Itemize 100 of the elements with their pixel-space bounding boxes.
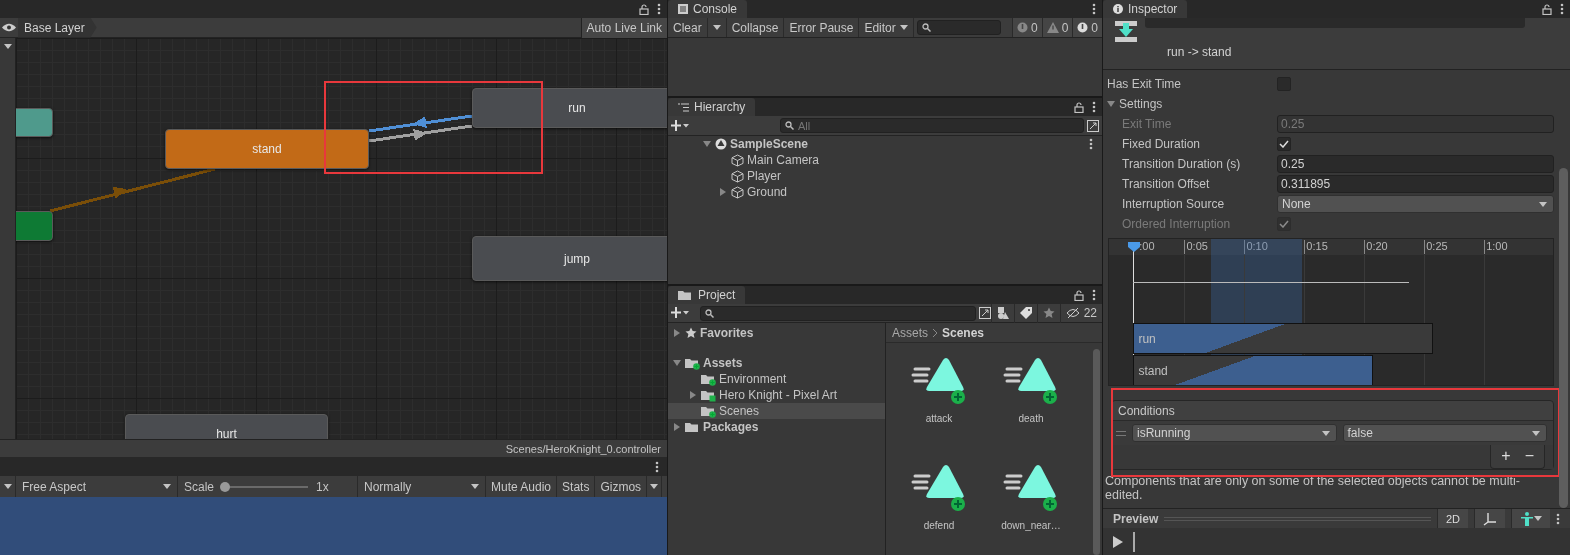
console-tab[interactable]: Console <box>668 0 748 18</box>
add-icon[interactable] <box>671 119 689 132</box>
number-field[interactable]: 0.311895 <box>1277 175 1554 193</box>
cube-icon <box>731 169 744 183</box>
add-icon[interactable] <box>671 307 689 319</box>
tree-item[interactable]: Environment <box>719 372 787 386</box>
menu-icon[interactable] <box>1560 3 1564 15</box>
eye-icon[interactable] <box>2 23 16 32</box>
transition-timeline[interactable]: :00 0:05 0:10 0:15 0:20 0:25 1:00 run stand <box>1108 238 1554 386</box>
hierarchy-tab[interactable]: Hierarchy <box>668 98 756 116</box>
figure-icon[interactable] <box>1520 511 1534 526</box>
scale-label: Scale <box>184 479 215 494</box>
expand-arrow-icon[interactable] <box>719 188 727 196</box>
menu-icon[interactable] <box>1092 289 1096 301</box>
lock-icon[interactable] <box>1074 101 1084 113</box>
expand-arrow-icon[interactable] <box>673 329 681 337</box>
animation-clip-icon[interactable] <box>1003 464 1059 514</box>
lock-icon[interactable] <box>1074 289 1084 301</box>
state-node[interactable] <box>16 211 53 241</box>
search-icon <box>921 23 931 32</box>
transition-arrow[interactable] <box>368 114 473 133</box>
asset-name[interactable]: death <box>1018 413 1044 424</box>
tree-item[interactable]: Packages <box>703 420 759 434</box>
checkbox[interactable] <box>1277 137 1291 151</box>
message-count[interactable]: 0 <box>1091 20 1098 35</box>
tree-item[interactable]: Ground <box>747 185 788 199</box>
asset-name[interactable]: down_near… <box>1001 520 1061 531</box>
dropdown-icon <box>712 25 721 30</box>
expand-arrow-icon[interactable] <box>673 423 681 431</box>
toolbar-button[interactable]: Error Pause <box>784 18 860 37</box>
maximize-icon[interactable] <box>978 307 991 319</box>
tree-item[interactable]: Assets <box>703 356 743 370</box>
tree-item[interactable]: Favorites <box>700 326 754 340</box>
asset-name[interactable]: attack <box>925 413 953 424</box>
animation-clip-icon[interactable] <box>911 357 967 407</box>
folder-icon <box>701 388 716 402</box>
search-field[interactable] <box>700 305 976 321</box>
shapes-icon[interactable] <box>996 307 1009 319</box>
auto-live-link-button[interactable]: Auto Live Link <box>580 17 667 38</box>
editor-dropdown[interactable]: Editor <box>859 18 914 37</box>
layer-breadcrumb[interactable]: Base Layer <box>18 17 97 38</box>
collapse-arrow-icon[interactable] <box>703 140 711 148</box>
toolbar-button[interactable]: Collapse <box>726 18 785 37</box>
star-icon[interactable] <box>1042 307 1055 319</box>
animation-clip-icon[interactable] <box>911 464 967 514</box>
maximize-icon[interactable] <box>1087 119 1099 132</box>
clip-bar[interactable]: run <box>1133 323 1434 354</box>
collapse-arrow-icon[interactable] <box>673 359 681 367</box>
field-label: Ordered Interruption <box>1121 217 1232 231</box>
tree-item[interactable]: Hero Knight - Pixel Art <box>719 388 838 402</box>
menu-icon[interactable] <box>1556 512 1560 525</box>
asset-name[interactable]: defend <box>923 520 955 531</box>
menu-icon[interactable] <box>1089 138 1093 150</box>
parameter-dropdown[interactable]: isRunning <box>1132 424 1337 442</box>
axes-icon[interactable] <box>1483 511 1497 526</box>
hidden-eye-icon[interactable] <box>1065 308 1080 318</box>
menu-icon[interactable] <box>655 460 659 473</box>
message-count[interactable]: 0 <box>1061 20 1069 35</box>
play-icon[interactable] <box>1113 535 1123 548</box>
cube-icon <box>731 185 744 199</box>
tree-item[interactable]: Player <box>747 169 781 183</box>
transition-arrow[interactable] <box>368 124 473 143</box>
state-node[interactable] <box>16 108 53 137</box>
playhead-icon[interactable] <box>1127 242 1140 252</box>
tree-item[interactable]: Scenes <box>719 404 760 418</box>
state-node[interactable]: run <box>472 88 667 128</box>
time-label: 0:15 <box>1304 240 1328 254</box>
menu-icon[interactable] <box>1092 101 1096 113</box>
lock-icon[interactable] <box>1542 3 1552 15</box>
search-box[interactable]: All <box>780 118 1084 133</box>
add-condition-button[interactable]: + <box>1501 447 1511 465</box>
project-tab[interactable]: Project <box>668 286 746 304</box>
toolbar-button[interactable]: Clear <box>668 18 708 37</box>
number-field[interactable]: 0.25 <box>1277 155 1554 173</box>
menu-icon[interactable] <box>657 3 661 15</box>
dropdown[interactable]: None <box>1277 195 1554 213</box>
collapse-arrow-icon[interactable] <box>1107 100 1115 108</box>
inspector-tab[interactable]: Inspector <box>1103 0 1188 18</box>
menu-icon[interactable] <box>1092 3 1096 15</box>
folder-icon <box>678 288 693 302</box>
expand-arrow-icon[interactable] <box>689 391 697 399</box>
transition-icon <box>1115 21 1137 43</box>
path-segment[interactable]: Assets <box>892 325 928 340</box>
animation-clip-icon[interactable] <box>1003 357 1059 407</box>
tree-item[interactable]: SampleScene <box>730 137 809 151</box>
section-header[interactable]: Settings <box>1119 97 1163 111</box>
tag-icon[interactable] <box>1019 307 1032 319</box>
lock-icon[interactable] <box>639 3 649 15</box>
scrollbar[interactable] <box>1559 168 1568 508</box>
clip-bar[interactable]: stand <box>1133 355 1374 385</box>
2d-mode-button[interactable]: 2D <box>1436 508 1468 529</box>
path-segment[interactable]: Scenes <box>942 325 985 340</box>
scrollbar[interactable] <box>1093 349 1100 555</box>
state-node[interactable]: jump <box>472 236 667 281</box>
value-dropdown[interactable]: false <box>1342 424 1547 442</box>
tree-item[interactable]: Main Camera <box>747 153 820 167</box>
drag-handle[interactable] <box>1116 430 1126 436</box>
remove-condition-button[interactable]: − <box>1524 447 1534 465</box>
search-field[interactable] <box>916 20 1001 35</box>
state-node[interactable]: hurt <box>125 414 328 439</box>
